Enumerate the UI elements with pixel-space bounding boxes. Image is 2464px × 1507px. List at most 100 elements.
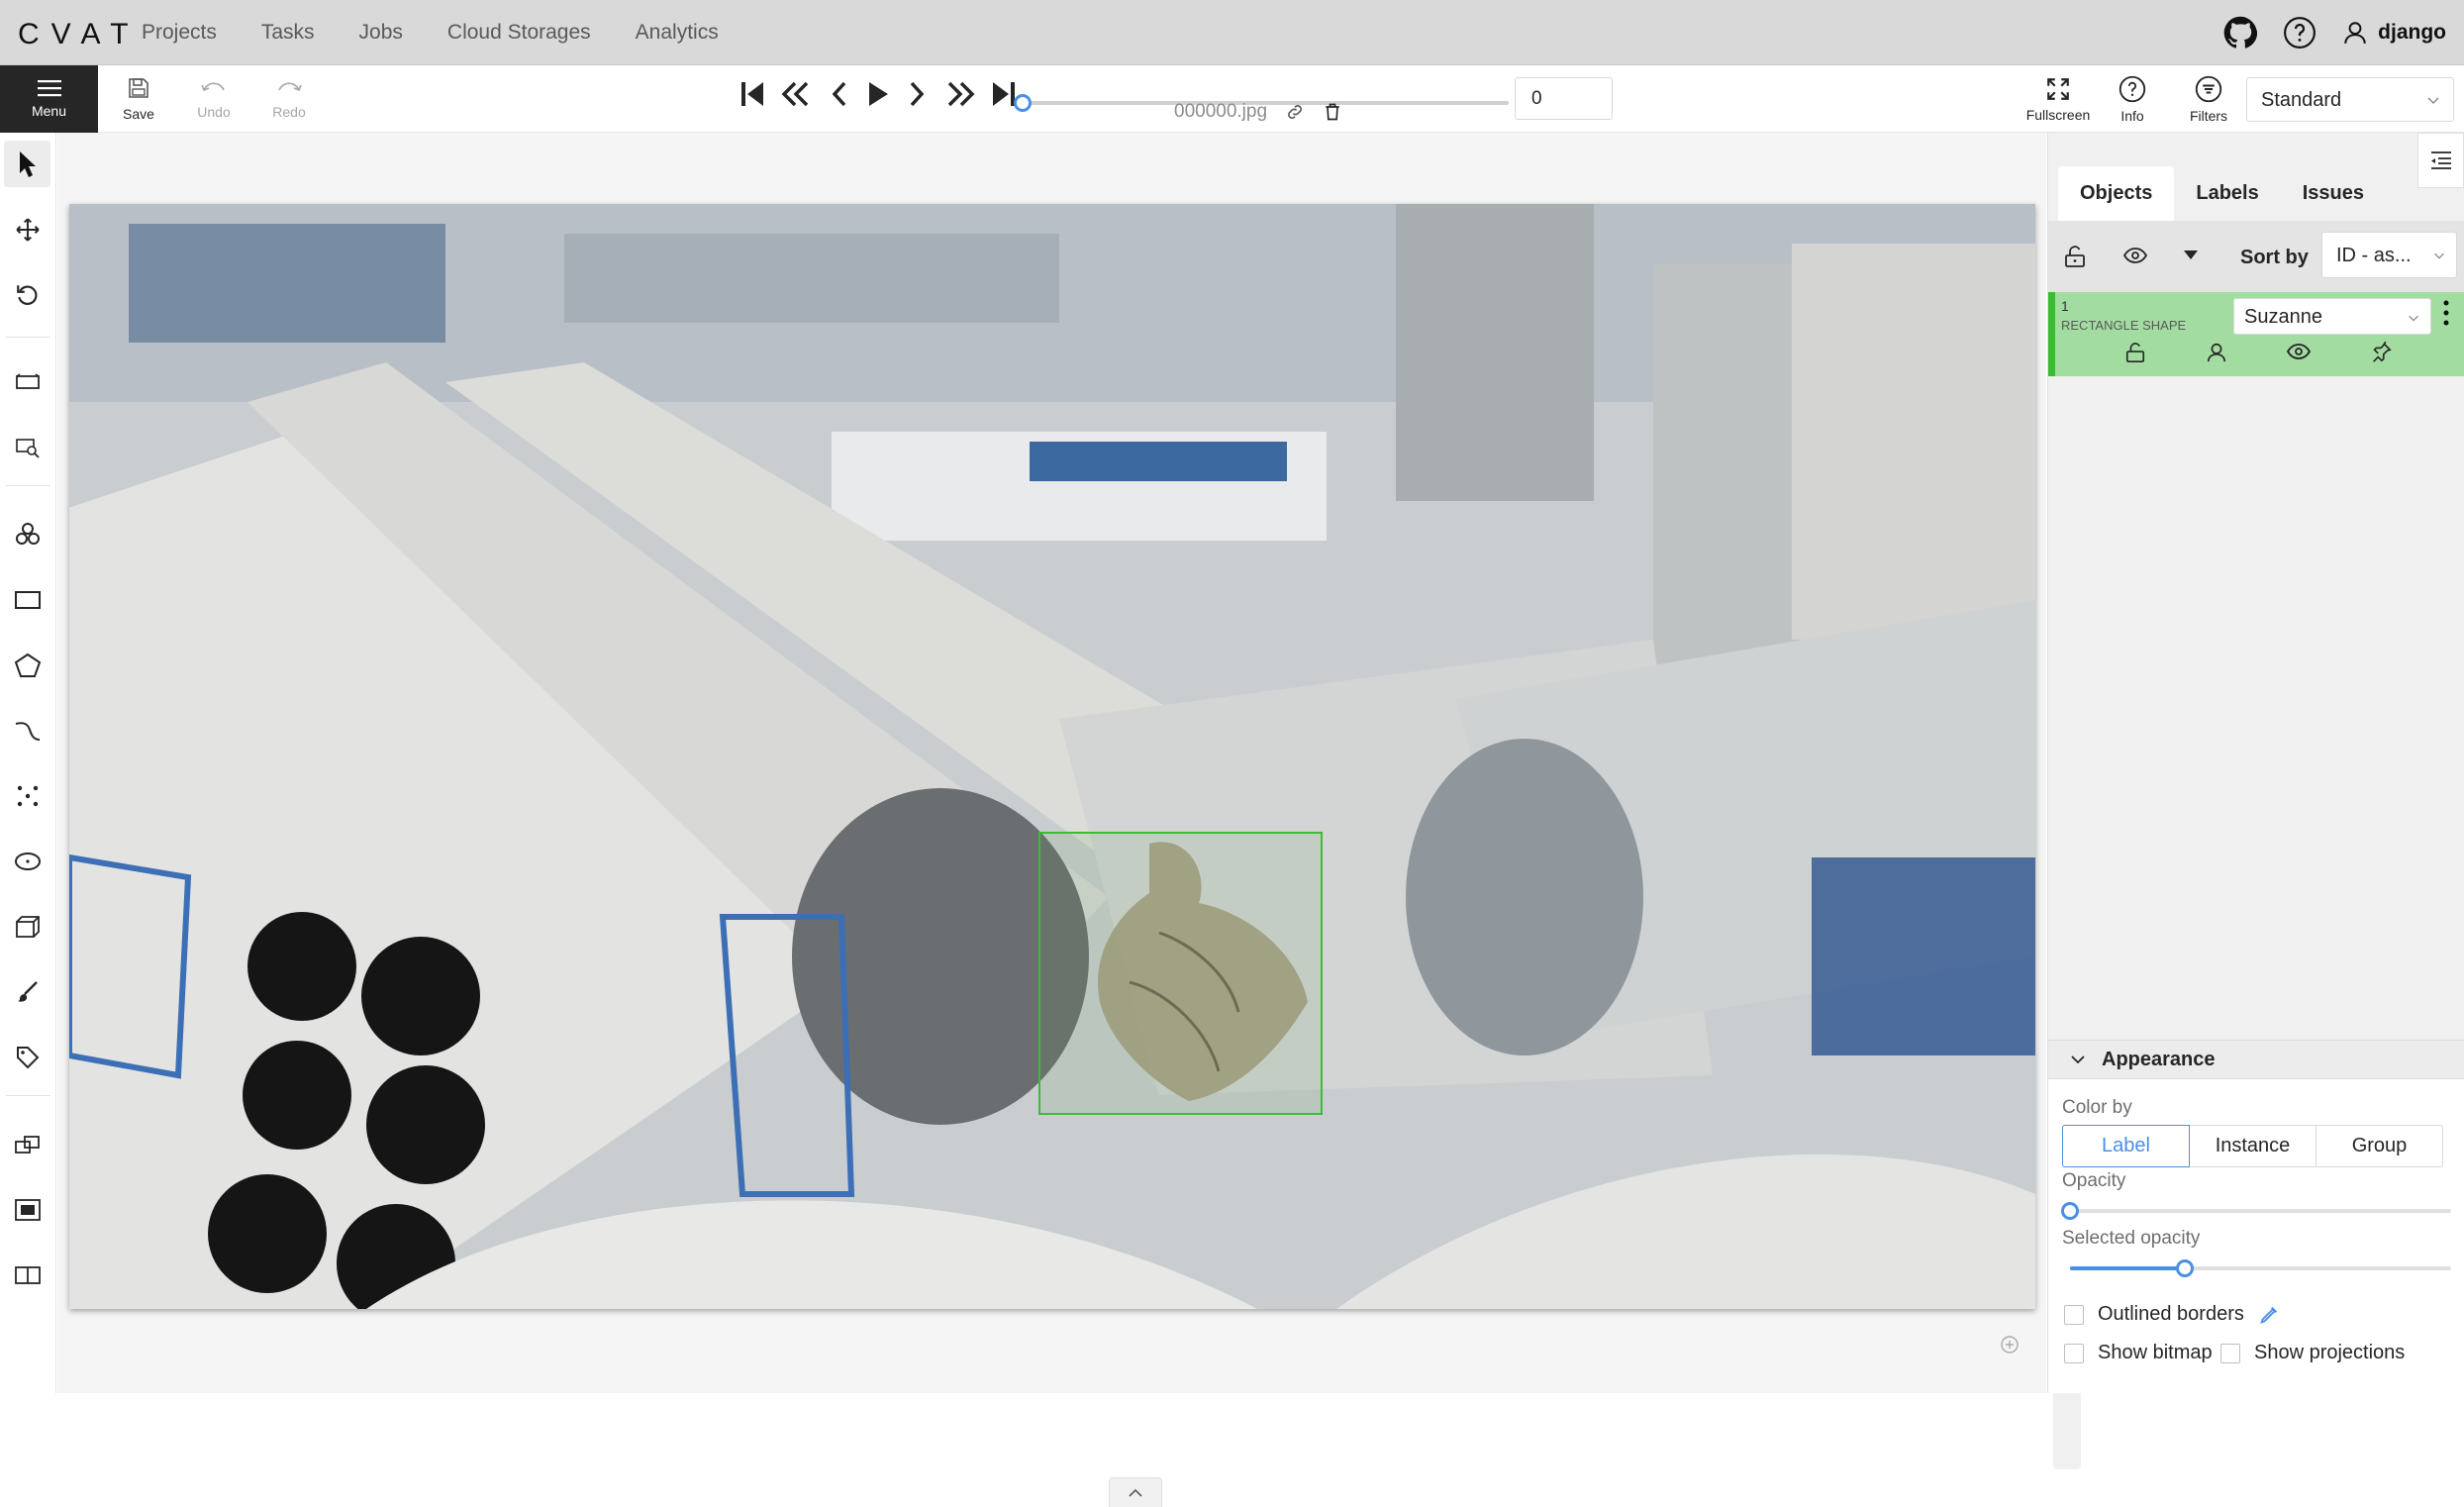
color-by-instance-option[interactable]: Instance <box>2189 1125 2316 1167</box>
object-item[interactable]: 1 RECTANGLE SHAPE Suzanne <box>2048 292 2464 376</box>
zoom-in-icon[interactable] <box>2000 1335 2020 1355</box>
visibility-icon[interactable] <box>2287 342 2311 361</box>
eye-icon[interactable] <box>2123 247 2147 264</box>
workspace-select[interactable]: Standard <box>2246 77 2454 122</box>
caret-down-icon[interactable] <box>2183 249 2199 260</box>
fast-backward-icon[interactable] <box>779 79 815 109</box>
save-button[interactable]: Save <box>117 65 160 133</box>
rotate-tool[interactable] <box>4 271 50 318</box>
fit-image-tool[interactable] <box>4 358 50 405</box>
pin-icon[interactable] <box>2370 342 2392 363</box>
more-options-icon[interactable] <box>2441 298 2451 328</box>
github-icon[interactable] <box>2223 16 2258 50</box>
appearance-header[interactable]: Appearance <box>2048 1040 2464 1079</box>
group-shapes-tool[interactable] <box>4 1186 50 1233</box>
menu-fold-icon <box>2430 151 2451 169</box>
polygon-icon <box>14 653 41 677</box>
color-picker-icon[interactable] <box>2258 1304 2280 1326</box>
info-icon <box>2119 75 2146 102</box>
suzanne-mesh <box>1098 842 1308 1101</box>
toolbar-divider <box>6 337 50 338</box>
show-projections-checkbox[interactable]: Show projections <box>2220 1342 2405 1364</box>
draw-polygon-tool[interactable] <box>4 642 50 688</box>
show-bitmap-checkbox[interactable]: Show bitmap <box>2064 1342 2213 1364</box>
redo-button[interactable]: Redo <box>267 65 311 133</box>
show-projections-box[interactable] <box>2220 1343 2240 1363</box>
tab-labels[interactable]: Labels <box>2174 166 2280 221</box>
selected-opacity-slider-fill <box>2070 1266 2185 1270</box>
previous-frame-icon[interactable] <box>828 79 851 109</box>
nav-cloud-storages[interactable]: Cloud Storages <box>447 21 591 45</box>
undo-button[interactable]: Undo <box>192 65 236 133</box>
frame-slider-handle[interactable] <box>1014 94 1032 112</box>
nav-tasks[interactable]: Tasks <box>261 21 315 45</box>
bottom-panel-toggle[interactable] <box>1109 1477 1162 1507</box>
cursor-tool[interactable] <box>4 141 50 187</box>
menu-button[interactable]: Menu <box>0 65 98 133</box>
outlined-borders-label: Outlined borders <box>2098 1303 2244 1325</box>
first-frame-icon[interactable] <box>739 79 766 109</box>
sidebar-collapse-button[interactable] <box>2417 133 2464 188</box>
brush-icon <box>17 980 38 1002</box>
draw-polyline-tool[interactable] <box>4 707 50 754</box>
selected-opacity-slider-handle[interactable] <box>2176 1259 2194 1277</box>
help-icon[interactable] <box>2283 16 2316 50</box>
nav-jobs[interactable]: Jobs <box>359 21 403 45</box>
move-tool[interactable] <box>4 206 50 252</box>
draw-points-tool[interactable] <box>4 772 50 819</box>
draw-ellipse-tool[interactable] <box>4 838 50 884</box>
annotation-image[interactable] <box>69 204 2035 1309</box>
fullscreen-button[interactable]: Fullscreen <box>2025 65 2091 133</box>
split-icon <box>14 1265 41 1284</box>
ai-tools[interactable] <box>4 511 50 557</box>
controls-sidebar <box>0 133 56 1393</box>
chevron-up-icon <box>1129 1488 1142 1497</box>
user-menu[interactable]: django <box>2342 20 2446 46</box>
setup-tag-tool[interactable] <box>4 1034 50 1080</box>
draw-cuboid-tool[interactable] <box>4 903 50 950</box>
unlock-all-icon[interactable] <box>2064 245 2086 268</box>
next-frame-icon[interactable] <box>905 79 929 109</box>
opacity-slider[interactable] <box>2061 1202 2451 1220</box>
opacity-label: Opacity <box>2062 1170 2126 1191</box>
play-icon[interactable] <box>864 79 892 109</box>
save-label: Save <box>123 106 154 122</box>
color-by-label-option[interactable]: Label <box>2062 1125 2190 1167</box>
sort-value: ID - as... <box>2336 245 2412 266</box>
info-label: Info <box>2120 107 2144 124</box>
frame-number-input[interactable]: 0 <box>1515 77 1613 120</box>
delete-frame-icon[interactable] <box>1323 102 1342 122</box>
nav-analytics[interactable]: Analytics <box>636 21 719 45</box>
group-icon <box>14 1198 41 1221</box>
merge-shapes-tool[interactable] <box>4 1121 50 1167</box>
outlined-borders-checkbox[interactable]: Outlined borders <box>2064 1303 2280 1326</box>
fast-forward-icon[interactable] <box>941 79 977 109</box>
lock-icon[interactable] <box>2124 342 2146 363</box>
redo-icon <box>278 82 302 92</box>
tab-issues[interactable]: Issues <box>2281 166 2386 221</box>
redo-label: Redo <box>272 104 306 120</box>
outlined-borders-box[interactable] <box>2064 1304 2084 1325</box>
split-track-tool[interactable] <box>4 1252 50 1298</box>
top-right-controls: django <box>2223 0 2446 65</box>
draw-rectangle-tool[interactable] <box>4 576 50 623</box>
info-button[interactable]: Info <box>2115 65 2150 133</box>
object-label-select[interactable]: Suzanne <box>2233 298 2431 335</box>
occluded-icon[interactable] <box>2206 342 2227 363</box>
rectangle-annotation[interactable] <box>1038 832 1323 1115</box>
opacity-slider-handle[interactable] <box>2061 1202 2079 1220</box>
tab-objects[interactable]: Objects <box>2058 166 2175 221</box>
cvat-logo[interactable]: CVAT <box>18 18 141 51</box>
filters-button[interactable]: Filters <box>2188 65 2229 133</box>
show-bitmap-box[interactable] <box>2064 1343 2084 1363</box>
zoom-region-tool[interactable] <box>4 424 50 470</box>
nav-projects[interactable]: Projects <box>142 21 217 45</box>
player-controls <box>739 79 1018 109</box>
selected-opacity-slider[interactable] <box>2070 1259 2451 1277</box>
copy-link-icon[interactable] <box>1285 102 1305 122</box>
sort-select[interactable]: ID - as... <box>2321 232 2457 278</box>
workspace-value: Standard <box>2261 89 2342 111</box>
ai-tools-icon <box>15 522 40 545</box>
color-by-group-option[interactable]: Group <box>2316 1125 2443 1167</box>
draw-mask-tool[interactable] <box>4 968 50 1015</box>
